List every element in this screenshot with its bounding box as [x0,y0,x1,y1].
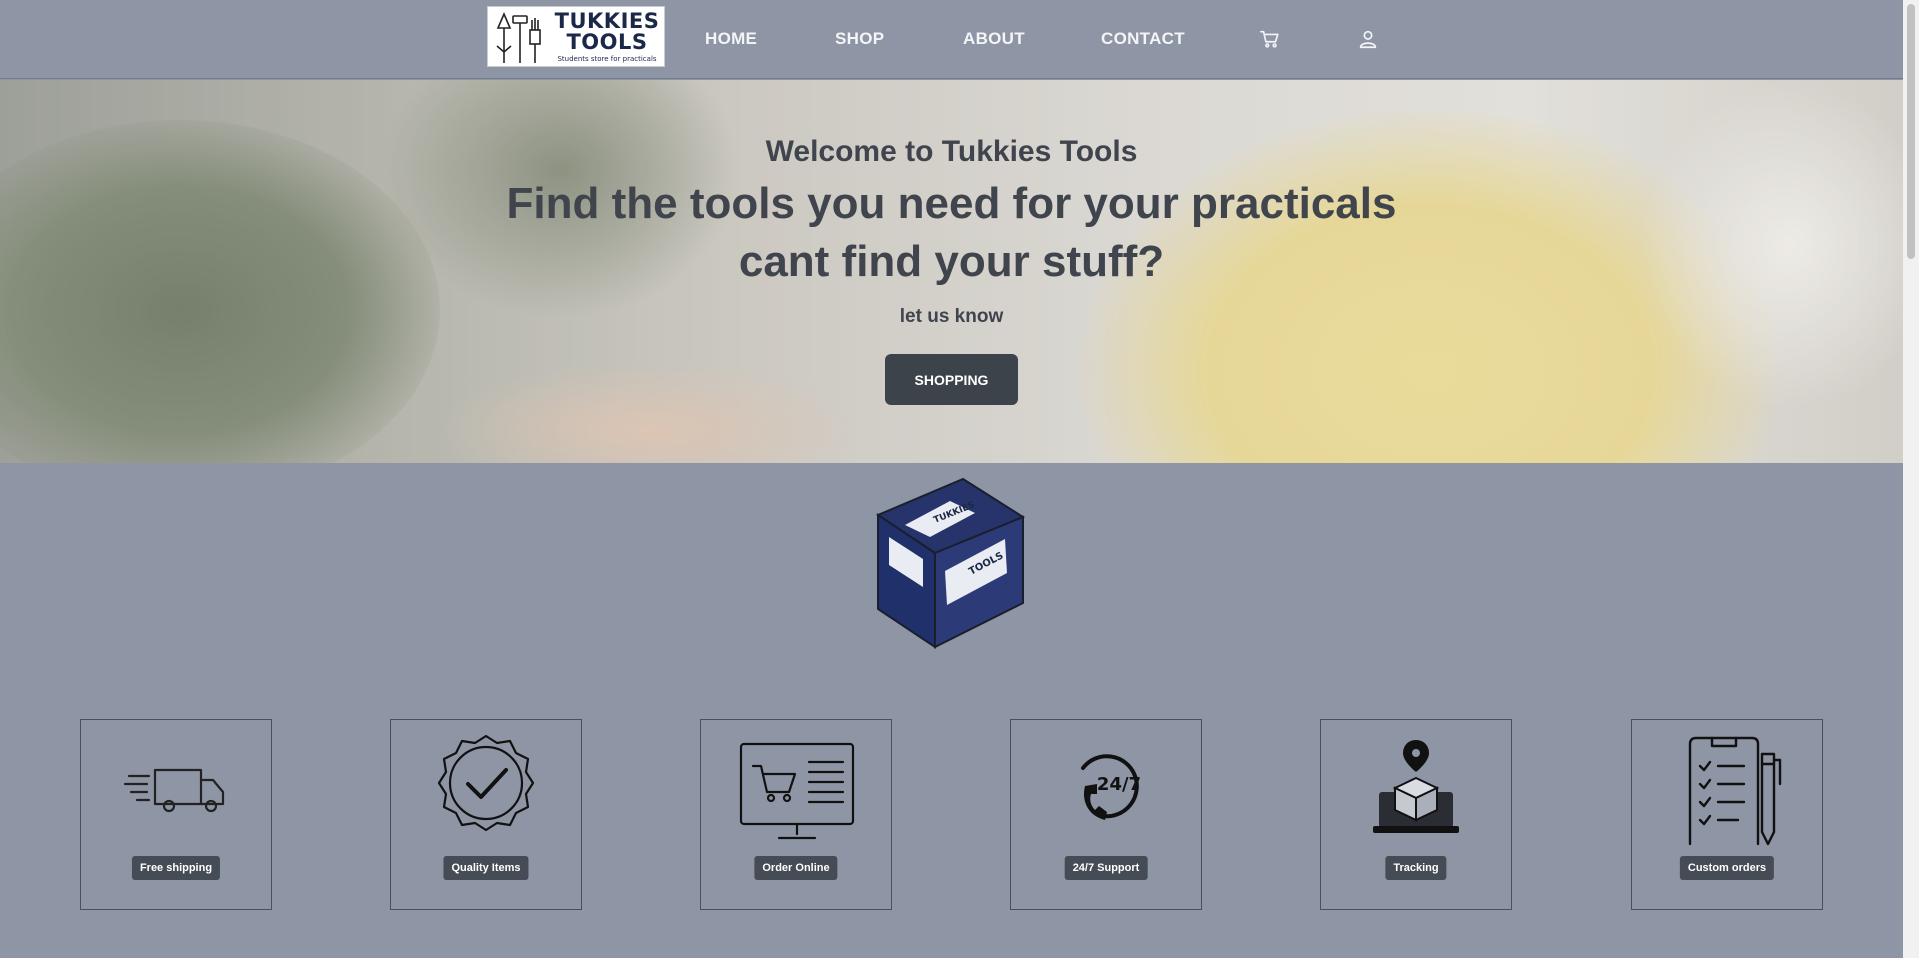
brand-cube-graphic: TUKKIES TOOLS [875,477,1025,649]
tracking-icon [1373,740,1459,833]
feature-label: Free shipping [131,856,221,880]
hero-welcome-text: Welcome to Tukkies Tools [765,135,1138,168]
user-icon[interactable] [1357,28,1379,50]
tools-logo-icon [496,11,541,63]
hero-heading: Find the tools you need for your practic… [0,175,1903,291]
feature-card-support: 24/7 24/7 Support [1010,719,1202,910]
logo-title-line1: TUKKIES [554,8,660,33]
feature-label: Tracking [1385,856,1447,880]
hero-heading-line2: cant find your stuff? [738,237,1165,286]
feature-card-custom-orders: Custom orders [1631,719,1823,910]
feature-card-order-online: Order Online [700,719,892,910]
feature-card-tracking: Tracking [1320,719,1512,910]
logo-tagline: Students store for practicals [557,54,657,63]
site-header: TUKKIES TOOLS Students store for practic… [0,0,1903,79]
page-scrollbar[interactable] [1903,0,1919,958]
cart-icon[interactable] [1259,28,1281,50]
delivery-truck-icon [123,768,225,813]
feature-card-free-shipping: Free shipping [80,719,272,910]
clipboard-icon [1688,736,1782,846]
hero-heading-line1: Find the tools you need for your practic… [506,179,1397,228]
nav-shop[interactable]: SHOP [835,29,884,49]
nav-contact[interactable]: CONTACT [1101,29,1185,49]
feature-label: Custom orders [1679,856,1775,880]
support-phone-icon: 24/7 [1081,754,1141,820]
nav-home[interactable]: HOME [705,29,757,49]
feature-label: Quality Items [443,856,529,880]
hero-banner: Welcome to Tukkies Tools Find the tools … [0,80,1903,463]
scrollbar-thumb[interactable] [1907,4,1915,259]
svg-text:24/7: 24/7 [1097,774,1141,795]
shopping-button[interactable]: SHOPPING [885,354,1018,405]
quality-badge-icon [437,734,535,832]
hero-subtext: let us know [899,306,1004,327]
site-logo[interactable]: TUKKIES TOOLS Students store for practic… [487,6,665,67]
feature-card-quality-items: Quality Items [390,719,582,910]
feature-label: Order Online [754,856,838,880]
feature-label: 24/7 Support [1064,856,1148,880]
logo-title-line2: TOOLS [566,29,648,54]
nav-about[interactable]: ABOUT [963,29,1025,49]
online-cart-icon [739,742,855,840]
